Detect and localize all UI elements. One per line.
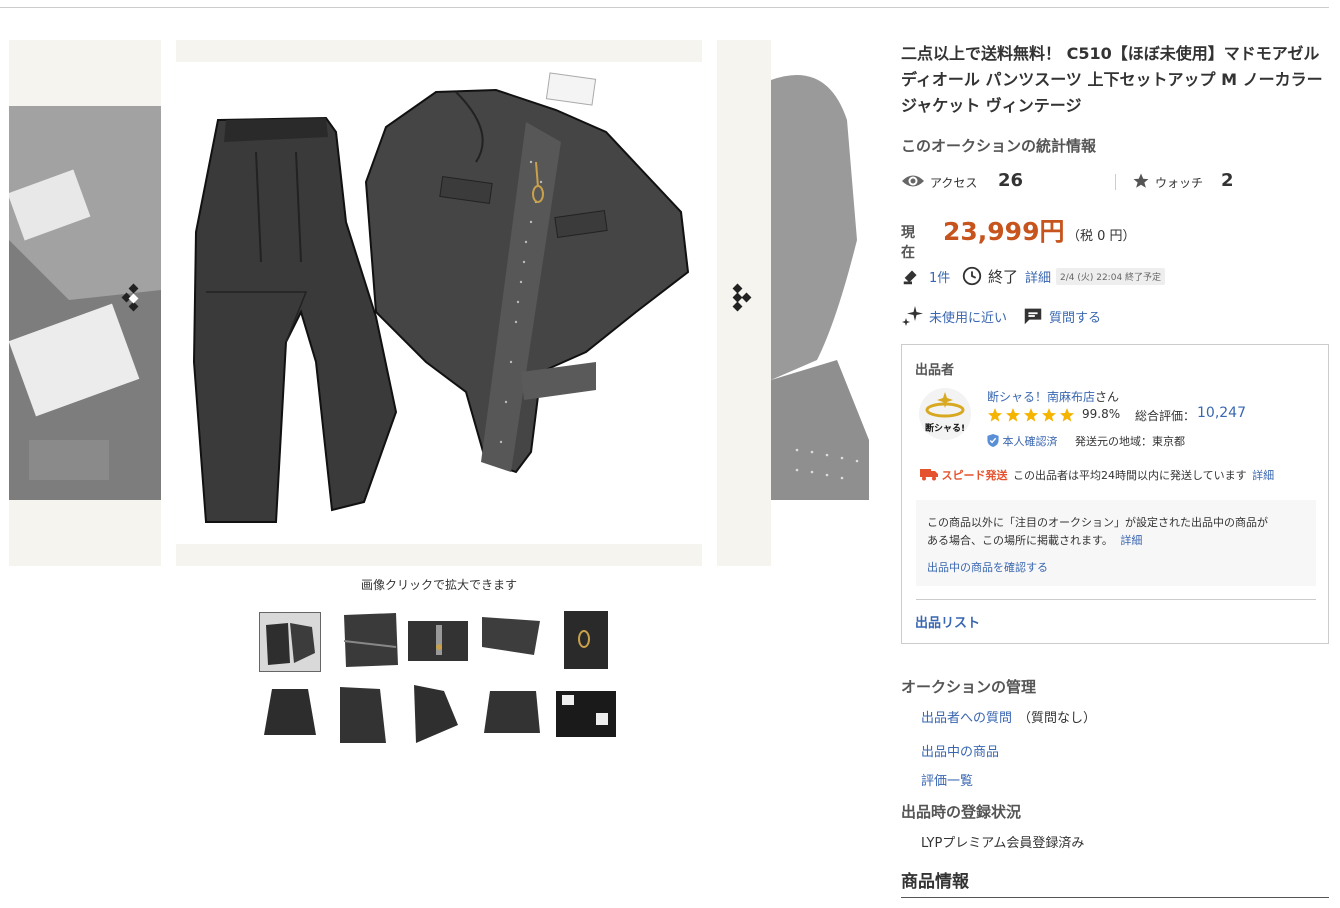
title-line: ディオール パンツスーツ 上下セットアップ M ノーカラー: [901, 70, 1323, 89]
clock-icon: [961, 265, 983, 291]
notice-text: この商品以外に「注目のオークション」が設定された出品中の商品が ある場合、この場…: [927, 514, 1312, 550]
speed-detail-link[interactable]: 詳細: [1252, 469, 1274, 482]
seller-name-row: 断シャる！南麻布店さん: [987, 388, 1119, 405]
notice-line: この商品以外に「注目のオークション」が設定された出品中の商品が: [927, 516, 1268, 529]
speed-text: この出品者は平均24時間以内に発送しています: [1013, 469, 1247, 482]
thumbnail[interactable]: [340, 685, 400, 743]
star-icon: [1132, 172, 1150, 194]
seller-box: 出品者 断シャる! 断シャる！南麻布店さん 99.8% 総合評価： 10,247…: [901, 344, 1329, 644]
main-product-image[interactable]: [176, 40, 702, 566]
speed-label: スピード発送: [941, 469, 1008, 482]
seller-avatar[interactable]: 断シャる!: [919, 388, 971, 440]
title-line: ジャケット ヴィンテージ: [901, 96, 1082, 115]
registration-value: LYPプレミアム会員登録済み: [921, 836, 1085, 851]
seller-verify-row: 本人確認済 発送元の地域：東京都: [987, 433, 1185, 450]
thumbnail[interactable]: [482, 611, 542, 669]
prev-image-arrow-icon[interactable]: [115, 282, 155, 322]
reviews-link[interactable]: 評価一覧: [921, 770, 973, 789]
product-info-heading: 商品情報: [901, 872, 969, 892]
eye-icon: [901, 172, 925, 194]
bid-count-link[interactable]: 1件: [929, 267, 950, 286]
question-status: （質問なし）: [1018, 711, 1097, 726]
check-items-link[interactable]: 出品中の商品を確認する: [927, 559, 1048, 575]
end-time: 2/4 (火) 22:04 終了予定: [1056, 268, 1166, 285]
gallery-caption: 画像クリックで拡大できます: [360, 578, 517, 592]
thumbnail[interactable]: [408, 611, 468, 669]
ship-from: 発送元の地域：東京都: [1075, 435, 1185, 448]
avatar-text: 断シャる!: [924, 424, 966, 434]
thumbnail[interactable]: [562, 611, 622, 669]
price-label: 現在: [901, 225, 915, 261]
stats-row: アクセス 26 ウォッチ 2: [901, 170, 1329, 194]
thumbnail[interactable]: [260, 685, 320, 743]
end-label: 終了: [988, 268, 1019, 286]
title-line: 二点以上で送料無料！ C510【ほぼ未使用】マドモアゼル: [901, 44, 1320, 63]
thumbnail[interactable]: [340, 611, 400, 669]
watch-label: ウォッチ: [1155, 176, 1204, 190]
truck-icon: [920, 468, 938, 484]
verified-link[interactable]: 本人確認済: [1003, 435, 1058, 448]
watch-count: 2: [1221, 170, 1234, 191]
score-link[interactable]: 10,247: [1197, 405, 1246, 421]
thumbnail[interactable]: [259, 612, 321, 672]
ask-question-link[interactable]: 質問する: [1049, 307, 1101, 326]
seller-heading: 出品者: [915, 363, 955, 378]
rating-percent: 99.8%: [1082, 407, 1121, 421]
registration-heading: 出品時の登録状況: [901, 803, 1022, 821]
featured-notice: この商品以外に「注目のオークション」が設定された出品中の商品が ある場合、この場…: [916, 500, 1316, 586]
condition-link[interactable]: 未使用に近い: [929, 307, 1007, 326]
next-image-arrow-icon[interactable]: [724, 282, 764, 322]
item-title: 二点以上で送料無料！ C510【ほぼ未使用】マドモアゼル ディオール パンツスー…: [901, 41, 1329, 119]
image-gallery: 画像クリックで拡大できます: [0, 0, 880, 908]
rating-stars-icon: [987, 407, 1075, 426]
stats-heading: このオークションの統計情報: [901, 137, 1097, 155]
speed-shipping-row: スピード発送 この出品者は平均24時間以内に発送しています 詳細: [920, 467, 1274, 484]
price-value: 23,999円: [943, 217, 1065, 246]
divider: [1115, 174, 1116, 190]
notice-line: ある場合、この場所に掲載されます。: [927, 534, 1113, 547]
seller-suffix: さん: [1095, 390, 1120, 404]
sparkle-icon: [901, 304, 925, 332]
seller-name-link[interactable]: 断シャる！南麻布店: [987, 390, 1095, 404]
price-tax: （税 0 円）: [1067, 229, 1136, 244]
listing-list-link[interactable]: 出品リスト: [915, 612, 980, 631]
thumbnail[interactable]: [556, 685, 616, 743]
divider: [916, 599, 1316, 600]
notice-detail-link[interactable]: 詳細: [1120, 534, 1142, 547]
thumbnail[interactable]: [482, 685, 542, 743]
question-row: 出品者への質問 （質問なし）: [921, 707, 1096, 726]
chat-icon: [1022, 305, 1044, 331]
divider: [901, 897, 1329, 898]
thumbnail[interactable]: [408, 685, 468, 743]
access-count: 26: [998, 170, 1024, 191]
score-label: 総合評価：: [1135, 409, 1196, 423]
verified-shield-icon: [987, 434, 999, 450]
gavel-icon: [901, 265, 923, 291]
end-detail-link[interactable]: 詳細: [1025, 267, 1051, 286]
items-on-sale-link[interactable]: 出品中の商品: [921, 741, 999, 760]
seller-question-link[interactable]: 出品者への質問: [921, 711, 1012, 726]
access-label: アクセス: [930, 176, 978, 190]
management-heading: オークションの管理: [901, 678, 1037, 696]
